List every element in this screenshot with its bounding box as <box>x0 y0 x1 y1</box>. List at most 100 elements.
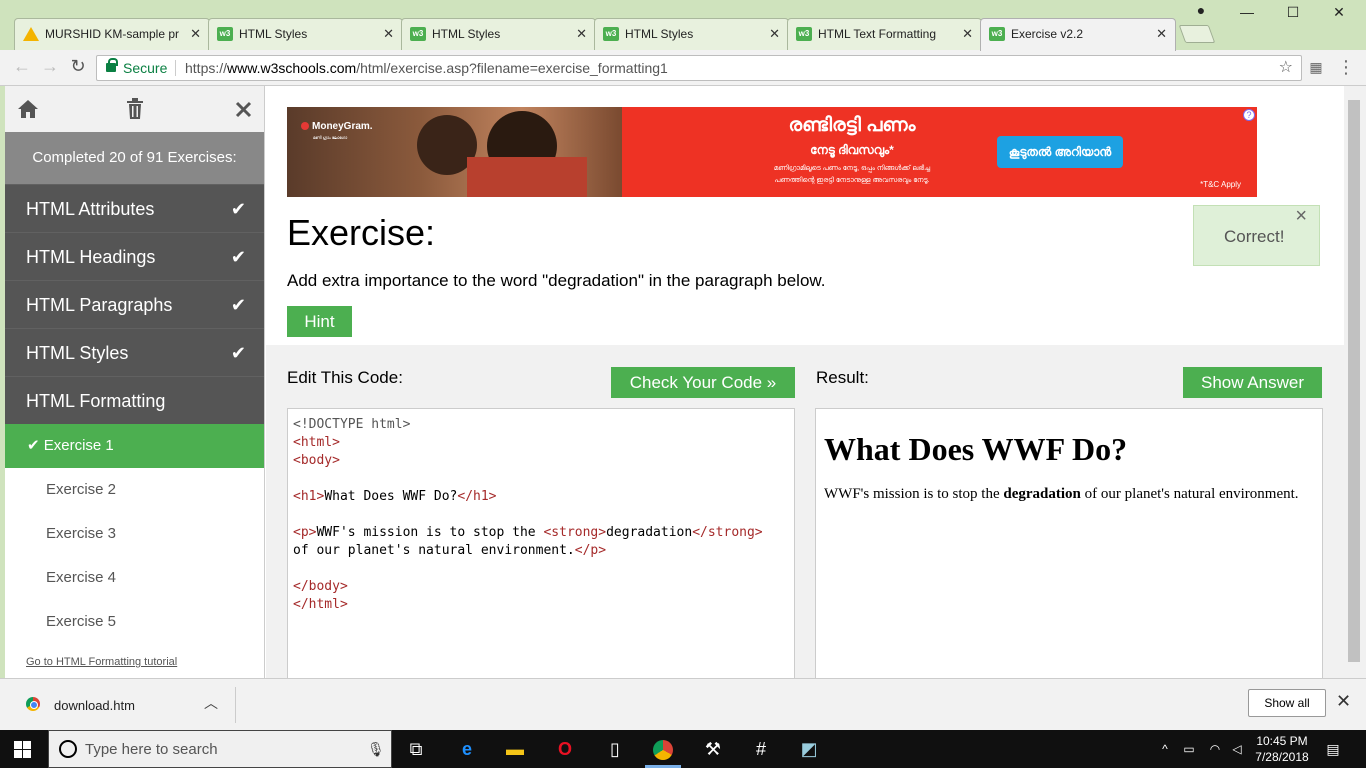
sidebar-item-html-headings[interactable]: HTML Headings ✔ <box>5 232 264 280</box>
browser-tab-html-styles-1[interactable]: w3 HTML Styles ✕ <box>208 18 403 50</box>
home-icon[interactable] <box>17 99 39 119</box>
battery-icon[interactable]: ▭ <box>1178 738 1200 760</box>
tab-close-icon[interactable]: ✕ <box>190 19 201 49</box>
maximize-icon[interactable]: ☐ <box>1278 4 1308 21</box>
new-tab-button[interactable] <box>1178 25 1216 43</box>
code-line: <p>WWF's mission is to stop the <strong>… <box>293 524 789 542</box>
code-tag: </strong> <box>692 525 763 540</box>
address-bar[interactable]: Secure https://www.w3schools.com/html/ex… <box>96 55 1302 81</box>
opera-icon[interactable]: O <box>554 738 576 760</box>
ad-brand-sub: മണി ഗ്രാം ലോഗോ <box>313 135 348 140</box>
tools-icon[interactable]: ⚒ <box>702 738 724 760</box>
profile-icon[interactable]: ● <box>1186 2 1216 18</box>
sidebar-exercise-2[interactable]: Exercise 2 <box>5 468 264 512</box>
notepad-icon[interactable]: ▯ <box>604 738 626 760</box>
checkmark-icon: ✔ <box>230 295 246 315</box>
system-clock[interactable]: 10:45 PM 7/28/2018 <box>1254 733 1310 765</box>
code-line: <!DOCTYPE html> <box>293 416 789 434</box>
exercise-main: MoneyGram. മണി ഗ്രാം ലോഗോ രണ്ടിരട്ടി പണം… <box>266 86 1344 678</box>
file-explorer-icon[interactable]: ▬ <box>504 738 526 760</box>
edge-icon[interactable]: e <box>456 738 478 760</box>
sidebar-item-label: HTML Paragraphs <box>26 295 173 315</box>
tab-close-icon[interactable]: ✕ <box>962 19 973 49</box>
window-close-icon[interactable]: ✕ <box>1324 4 1354 21</box>
browser-tab-html-styles-2[interactable]: w3 HTML Styles ✕ <box>401 18 596 50</box>
extension-icon[interactable]: ▦ <box>1304 59 1328 76</box>
hint-button[interactable]: Hint <box>287 306 352 337</box>
notes-icon[interactable]: ◩ <box>798 738 820 760</box>
tab-close-icon[interactable]: ✕ <box>769 19 780 49</box>
ad-info-icon[interactable]: ? <box>1243 109 1255 121</box>
sidebar-item-html-styles[interactable]: HTML Styles ✔ <box>5 328 264 376</box>
browser-tab-text-formatting[interactable]: w3 HTML Text Formatting ✕ <box>787 18 982 50</box>
scrollbar-thumb[interactable] <box>1348 100 1360 662</box>
show-answer-button[interactable]: Show Answer <box>1183 367 1322 398</box>
code-editor[interactable]: <!DOCTYPE html> <html> <body> <h1>What D… <box>287 408 795 678</box>
tab-close-icon[interactable]: ✕ <box>576 19 587 49</box>
download-bar-close-icon[interactable]: ✕ <box>1336 691 1351 712</box>
tab-close-icon[interactable]: ✕ <box>1156 19 1167 49</box>
ad-subheadline: നേടൂ ദിവസവും* <box>810 143 894 157</box>
action-center-icon[interactable]: ▤ <box>1322 738 1344 760</box>
download-bar: download.htm ︿ Show all ✕ <box>0 678 1366 730</box>
download-filename[interactable]: download.htm <box>54 698 135 713</box>
w3-icon: w3 <box>217 27 233 41</box>
code-text: What Does WWF Do? <box>324 489 458 504</box>
exercise-sidebar: Completed 20 of 91 Exercises: HTML Attri… <box>5 86 265 678</box>
code-doctype: <!DOCTYPE html> <box>293 417 411 432</box>
sidebar-item-label: HTML Headings <box>26 247 156 267</box>
back-icon[interactable]: ← <box>10 56 34 77</box>
forward-icon[interactable]: → <box>38 56 62 77</box>
ad-clothing-shape <box>467 157 587 197</box>
tutorial-link[interactable]: Go to HTML Formatting tutorial <box>26 656 177 668</box>
chevron-up-tray-icon[interactable]: ^ <box>1154 738 1176 760</box>
w3-icon: w3 <box>989 27 1005 41</box>
browser-tab-html-styles-3[interactable]: w3 HTML Styles ✕ <box>594 18 789 50</box>
trash-icon[interactable] <box>126 98 144 120</box>
sidebar-exercise-3[interactable]: Exercise 3 <box>5 512 264 556</box>
advertisement-banner[interactable]: MoneyGram. മണി ഗ്രാം ലോഗോ രണ്ടിരട്ടി പണം… <box>287 107 1257 197</box>
sidebar-toolbar <box>5 86 264 132</box>
chrome-icon[interactable] <box>652 738 674 761</box>
tab-title: HTML Styles <box>432 27 501 41</box>
ad-cta-button[interactable]: കൂടുതൽ അറിയാൻ <box>997 136 1123 168</box>
sidebar-item-html-attributes[interactable]: HTML Attributes ✔ <box>5 184 264 232</box>
browser-tab-exercise[interactable]: w3 Exercise v2.2 ✕ <box>980 18 1176 51</box>
sidebar-exercise-1[interactable]: ✔ Exercise 1 <box>5 424 264 468</box>
sidebar-exercise-4[interactable]: Exercise 4 <box>5 556 264 600</box>
checkmark-icon: ✔ <box>230 343 246 363</box>
code-tag: </p> <box>574 543 607 558</box>
microphone-icon[interactable]: 🎙 <box>367 741 385 758</box>
sidebar-exercise-5[interactable]: Exercise 5 <box>5 600 264 644</box>
tab-title: Exercise v2.2 <box>1011 27 1084 41</box>
check-code-button[interactable]: Check Your Code » <box>611 367 795 398</box>
menu-icon[interactable]: ⋮ <box>1334 57 1358 78</box>
url-host: www.w3schools.com <box>227 60 357 76</box>
chevron-up-icon[interactable]: ︿ <box>204 693 218 713</box>
result-text: WWF's mission is to stop the <box>824 486 1004 502</box>
browser-tab-drive[interactable]: MURSHID KM-sample pr ✕ <box>14 18 210 50</box>
tab-close-icon[interactable]: ✕ <box>383 19 394 49</box>
wifi-icon[interactable]: ◠ <box>1204 738 1226 760</box>
exercise-label: Exercise 4 <box>46 569 117 586</box>
show-all-button[interactable]: Show all <box>1248 689 1326 717</box>
minimize-icon[interactable]: — <box>1232 4 1262 20</box>
clock-time: 10:45 PM <box>1256 734 1308 748</box>
slack-icon[interactable]: # <box>750 738 772 760</box>
exercise-label: Exercise 5 <box>46 613 117 630</box>
bookmark-star-icon[interactable]: ☆ <box>1279 56 1293 80</box>
correct-text: Correct! <box>1224 227 1285 246</box>
close-alert-icon[interactable]: × <box>1295 186 1307 247</box>
result-paragraph: WWF's mission is to stop the degradation… <box>824 485 1314 503</box>
windows-start-icon[interactable] <box>14 741 32 758</box>
close-sidebar-icon[interactable] <box>235 101 252 118</box>
task-view-icon[interactable]: ⧉ <box>405 738 427 760</box>
sidebar-item-html-formatting[interactable]: HTML Formatting <box>5 376 264 424</box>
reload-icon[interactable]: ↻ <box>66 56 90 77</box>
volume-icon[interactable]: ◁ <box>1226 738 1248 760</box>
sidebar-item-html-paragraphs[interactable]: HTML Paragraphs ✔ <box>5 280 264 328</box>
sidebar-item-label: HTML Formatting <box>26 391 166 411</box>
taskbar-search-input[interactable]: Type here to search 🎙 <box>48 730 392 768</box>
